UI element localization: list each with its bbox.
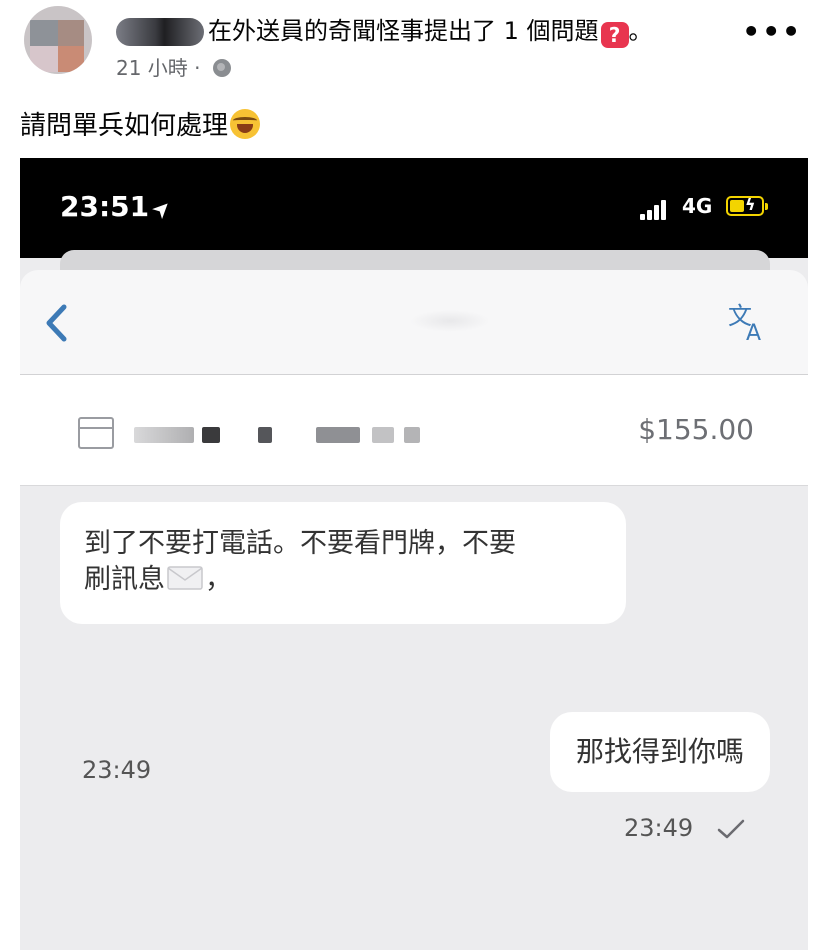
meta-separator: · [194, 56, 201, 80]
outgoing-message-bubble[interactable]: 那找得到你嗎 [549, 712, 770, 792]
redacted-order-text [202, 427, 220, 443]
envelope-emoji-icon [167, 566, 203, 590]
chat-nav-bar: 文 A [20, 270, 808, 375]
chat-sheet: 文 A $155.00 到了不要打電話。不要看門牌，不要 刷訊息， 23:49 … [20, 270, 808, 950]
avatar[interactable] [24, 6, 92, 74]
back-chevron-icon[interactable] [44, 304, 68, 342]
signal-icon [640, 198, 668, 220]
title-end: 。 [628, 17, 653, 45]
attached-screenshot[interactable]: 23:51➤ 4G ϟ 文 A $155.00 到了不要打電話。不要看門牌，不要… [20, 158, 808, 950]
globe-icon [212, 59, 231, 77]
location-arrow-icon: ➤ [147, 194, 178, 225]
redacted-order-text [258, 427, 272, 443]
post-meta: 21 小時 · [116, 52, 231, 81]
incoming-message-bubble[interactable]: 到了不要打電話。不要看門牌，不要 刷訊息 ， [60, 502, 626, 624]
redacted-order-text [316, 427, 360, 443]
group-action-text[interactable]: 在外送員的奇聞怪事提出了 1 個問題 [208, 17, 599, 45]
post-title: 在外送員的奇聞怪事提出了 1 個問題?。 [208, 14, 653, 48]
question-badge-icon: ? [600, 22, 629, 48]
outgoing-message-time: 23:49 [624, 814, 694, 842]
network-type: 4G [682, 194, 713, 218]
translate-icon[interactable]: 文 A [726, 300, 772, 344]
incoming-message-time: 23:49 [82, 756, 152, 784]
order-summary-row[interactable]: $155.00 [20, 375, 808, 486]
phone-status-bar: 23:51➤ 4G ϟ [20, 158, 808, 258]
svg-text:A: A [746, 321, 761, 344]
message-text-line2-end: ， [205, 564, 232, 595]
order-price: $155.00 [638, 413, 754, 446]
message-text-line2: 刷訊息 [84, 564, 165, 595]
post-text: 請問單兵如何處理 [20, 108, 261, 144]
post-body: 請問單兵如何處理 [20, 111, 229, 141]
redacted-order-text [404, 427, 420, 443]
battery-icon: ϟ [726, 195, 768, 216]
check-icon [717, 819, 745, 839]
status-clock: 23:51➤ [60, 190, 178, 225]
redacted-author-name[interactable] [116, 18, 204, 46]
redacted-order-text [372, 427, 394, 443]
redacted-contact-name [410, 310, 490, 332]
redacted-order-text [134, 427, 194, 443]
box-icon [78, 417, 114, 449]
more-options-button[interactable]: ••• [742, 18, 802, 46]
message-text-line1: 到了不要打電話。不要看門牌，不要 [84, 528, 516, 559]
post-time[interactable]: 21 小時 [116, 56, 188, 80]
laughing-emoji-icon [230, 109, 261, 139]
